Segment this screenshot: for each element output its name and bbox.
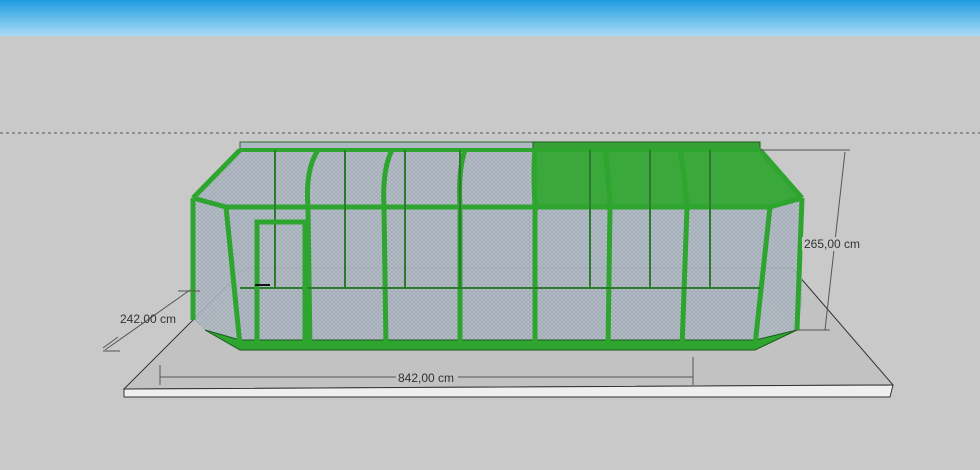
roof-panel-1[interactable] bbox=[532, 149, 611, 208]
dimension-height-label: 265,00 cm bbox=[804, 237, 860, 251]
roof-panel-2[interactable] bbox=[604, 149, 688, 208]
sky bbox=[0, 0, 980, 36]
dimension-depth-label: 242,00 cm bbox=[120, 312, 176, 326]
modeling-viewport[interactable]: 242,00 cm 842,00 cm 265,00 cm bbox=[0, 0, 980, 470]
dimension-length-label: 842,00 cm bbox=[398, 371, 454, 385]
